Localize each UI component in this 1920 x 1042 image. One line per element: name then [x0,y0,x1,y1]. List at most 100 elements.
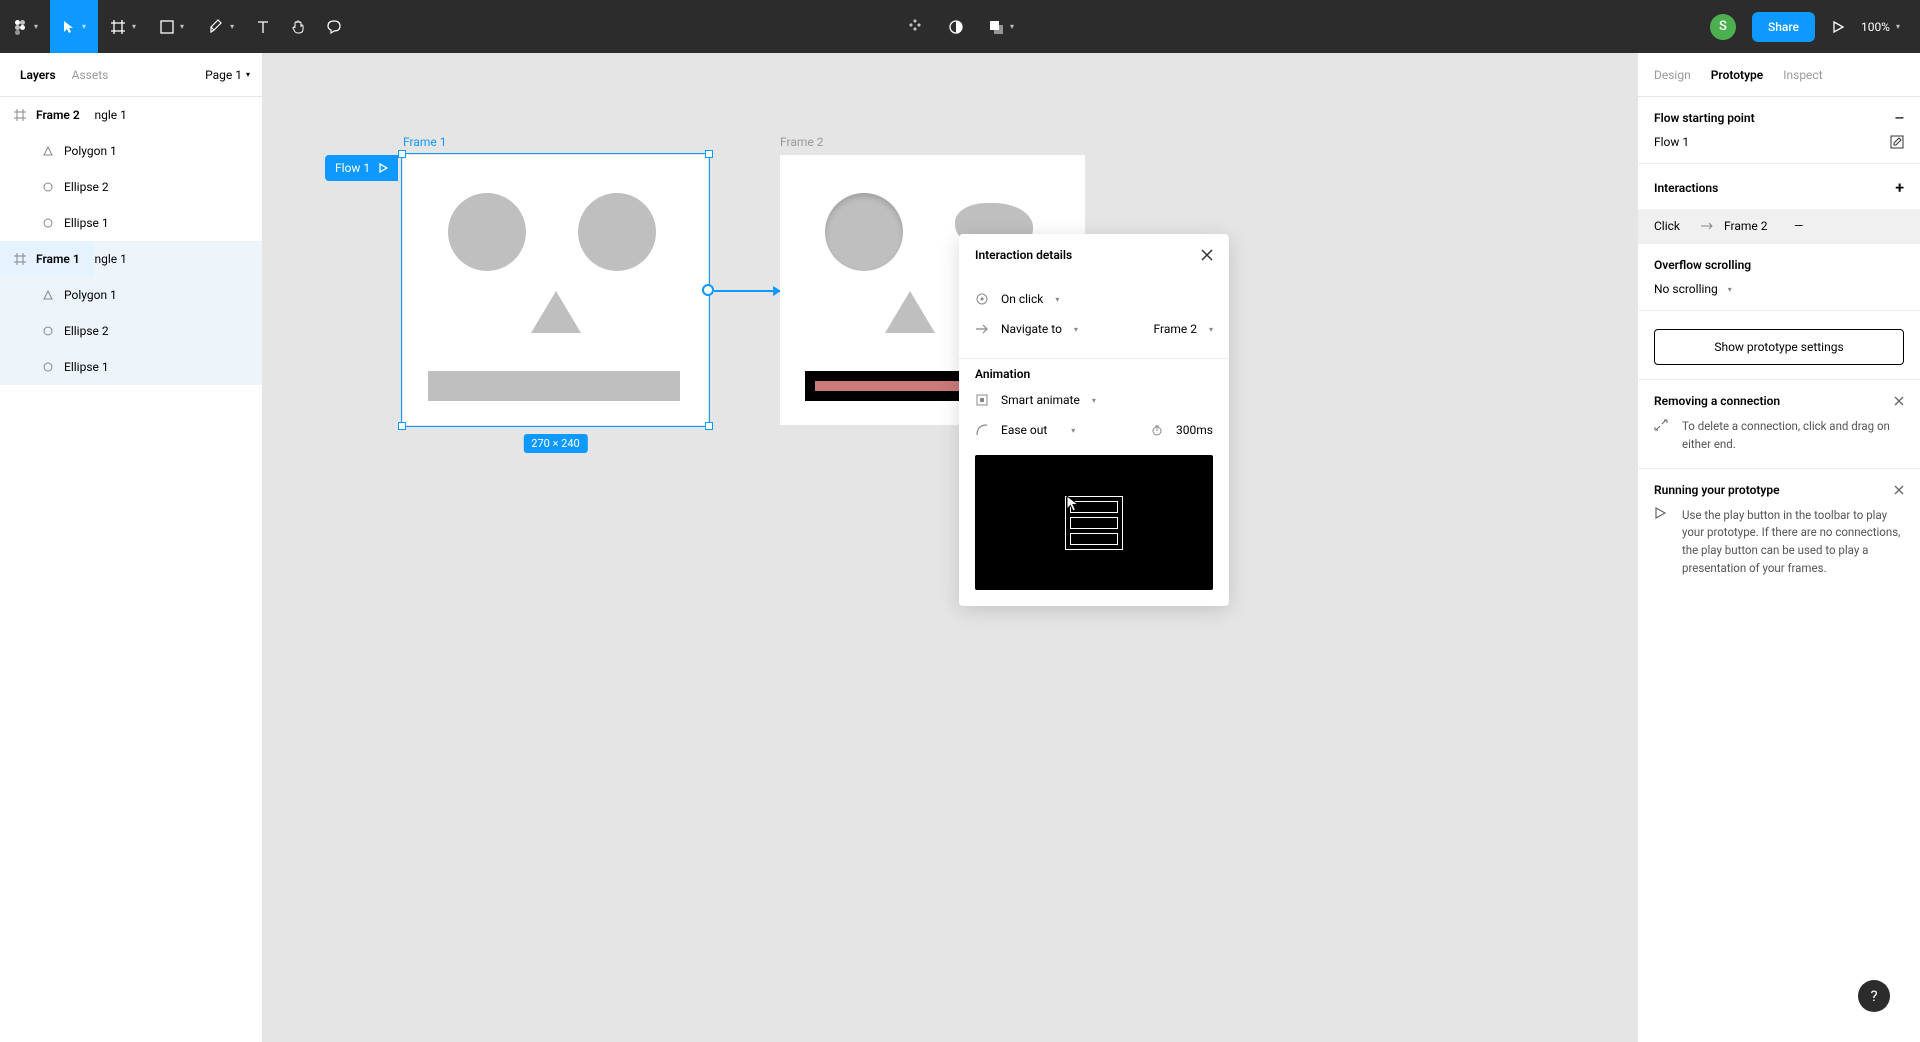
pen-tool-button[interactable]: ▾ [196,0,246,53]
resize-handle-bl[interactable] [398,422,406,430]
shape-tool-button[interactable]: ▾ [148,0,196,53]
components-button[interactable] [906,0,924,53]
navigate-icon [975,322,989,336]
edit-flow-button[interactable] [1890,135,1904,149]
layer-label: Polygon 1 [64,288,117,302]
remove-interaction-button[interactable]: — [1794,219,1803,233]
chevron-down-icon: ▾ [1209,325,1213,334]
layer-label: Ellipse 2 [64,324,109,338]
zoom-control[interactable]: 100% ▾ [1861,20,1900,34]
layer-frame-1[interactable]: Frame 1 [0,241,94,277]
popup-animation-section: Animation Smart animate ▾ Ease out ▾ 300… [959,359,1229,606]
tip2-body: Use the play button in the toolbar to pl… [1682,507,1904,578]
layers-tab[interactable]: Layers [12,68,64,82]
frame-icon [110,19,126,35]
share-button[interactable]: Share [1752,12,1815,42]
resize-handle-br[interactable] [705,422,713,430]
boolean-button[interactable]: ▾ [988,0,1014,53]
dismiss-tip-button[interactable] [1894,485,1904,495]
canvas[interactable]: Frame 1 Flow 1 270 × 240 Frame 2 Inter [263,53,1637,1042]
layer-label: Frame 1 [36,252,80,266]
layers-panel: Layers Assets Page 1 ▾ Frame 2 Rectangle… [0,53,263,1042]
present-button[interactable] [1831,0,1845,53]
prototype-connection-node[interactable] [702,284,714,296]
layer-polygon-1b[interactable]: Polygon 1 [0,277,262,313]
rectangle-1[interactable] [428,371,680,401]
prototype-settings-button[interactable]: Show prototype settings [1654,329,1904,365]
help-button[interactable]: ? [1858,980,1890,1012]
layer-polygon-1a[interactable]: Polygon 1 [0,133,262,169]
easing-row[interactable]: Ease out ▾ 300ms [975,415,1213,445]
remove-button[interactable]: — [1895,111,1904,125]
close-button[interactable] [1201,249,1213,261]
chevron-down-icon: ▾ [82,22,86,31]
overflow-value-row[interactable]: No scrolling ▾ [1654,272,1904,296]
toolbar-right-group: S Share 100% ▾ [1710,0,1920,53]
play-icon [378,163,388,173]
inspect-tab[interactable]: Inspect [1783,68,1822,82]
animation-preview [975,455,1213,590]
left-panel-tabs: Layers Assets Page 1 ▾ [0,53,262,97]
dismiss-tip-button[interactable] [1894,396,1904,406]
interaction-item[interactable]: Click Frame 2 — [1638,209,1920,243]
components-icon [906,18,924,36]
ellipse-icon [42,217,54,229]
trigger-row[interactable]: On click ▾ [975,284,1213,314]
toolbar-left-group: ▾ ▾ ▾ ▾ ▾ [0,0,352,53]
chevron-down-icon: ▾ [180,22,184,31]
chevron-down-icon: ▾ [34,22,38,31]
polygon-1[interactable] [885,291,935,333]
canvas-frame-1[interactable]: Frame 1 Flow 1 270 × 240 [403,155,708,425]
comment-tool-button[interactable] [316,0,352,53]
layer-frame-2[interactable]: Frame 2 [0,97,94,133]
frame-1-label[interactable]: Frame 1 [403,135,446,149]
design-tab[interactable]: Design [1654,68,1691,82]
ellipse-2[interactable] [578,193,656,271]
animation-type-label: Smart animate [1001,393,1080,407]
popup-title: Interaction details [975,248,1072,262]
popup-header: Interaction details [959,234,1229,276]
assets-tab[interactable]: Assets [64,68,117,82]
layer-ellipse-2b[interactable]: Ellipse 2 [0,313,262,349]
polygon-icon [42,145,54,157]
flow-badge[interactable]: Flow 1 [325,155,398,181]
easing-icon [975,423,989,437]
action-row[interactable]: Navigate to ▾ Frame 2 ▾ [975,314,1213,344]
layer-ellipse-2a[interactable]: Ellipse 2 [0,169,262,205]
close-icon [1894,485,1904,495]
interaction-trigger-label: Click [1654,219,1680,233]
flow-name-value[interactable]: Flow 1 [1654,135,1689,149]
tip1-header: Removing a connection [1654,394,1780,408]
ellipse-1[interactable] [825,193,903,271]
rectangle-icon [160,20,174,34]
play-icon [1831,20,1845,34]
close-icon [1894,396,1904,406]
main-toolbar: ▾ ▾ ▾ ▾ ▾ [0,0,1920,53]
figma-menu-button[interactable]: ▾ [0,0,50,53]
move-tool-button[interactable]: ▾ [50,0,98,53]
resize-handle-tr[interactable] [705,150,713,158]
action-label: Navigate to [1001,322,1062,336]
ellipse-1[interactable] [448,193,526,271]
prototype-connection-arrow[interactable] [714,290,780,292]
layer-ellipse-1a[interactable]: Ellipse 1 [0,205,262,241]
page-selector[interactable]: Page 1 ▾ [205,68,250,82]
cursor-icon [62,20,76,34]
tip-removing-connection: Removing a connection To delete a connec… [1638,380,1920,469]
add-interaction-button[interactable]: + [1895,178,1904,197]
frame-2-label[interactable]: Frame 2 [780,135,823,149]
layer-ellipse-1b[interactable]: Ellipse 1 [0,349,262,385]
resize-handle-tl[interactable] [398,150,406,158]
prototype-tab[interactable]: Prototype [1711,68,1764,82]
mask-button[interactable] [948,0,964,53]
hand-tool-button[interactable] [280,0,316,53]
polygon-1[interactable] [531,291,581,333]
disconnect-icon [1654,418,1670,454]
user-avatar[interactable]: S [1710,14,1736,40]
frame-tool-button[interactable]: ▾ [98,0,148,53]
text-tool-button[interactable] [246,0,280,53]
right-panel-tabs: Design Prototype Inspect [1638,53,1920,97]
polygon-icon [42,289,54,301]
animation-type-row[interactable]: Smart animate ▾ [975,385,1213,415]
layer-label: Ellipse 2 [64,180,109,194]
